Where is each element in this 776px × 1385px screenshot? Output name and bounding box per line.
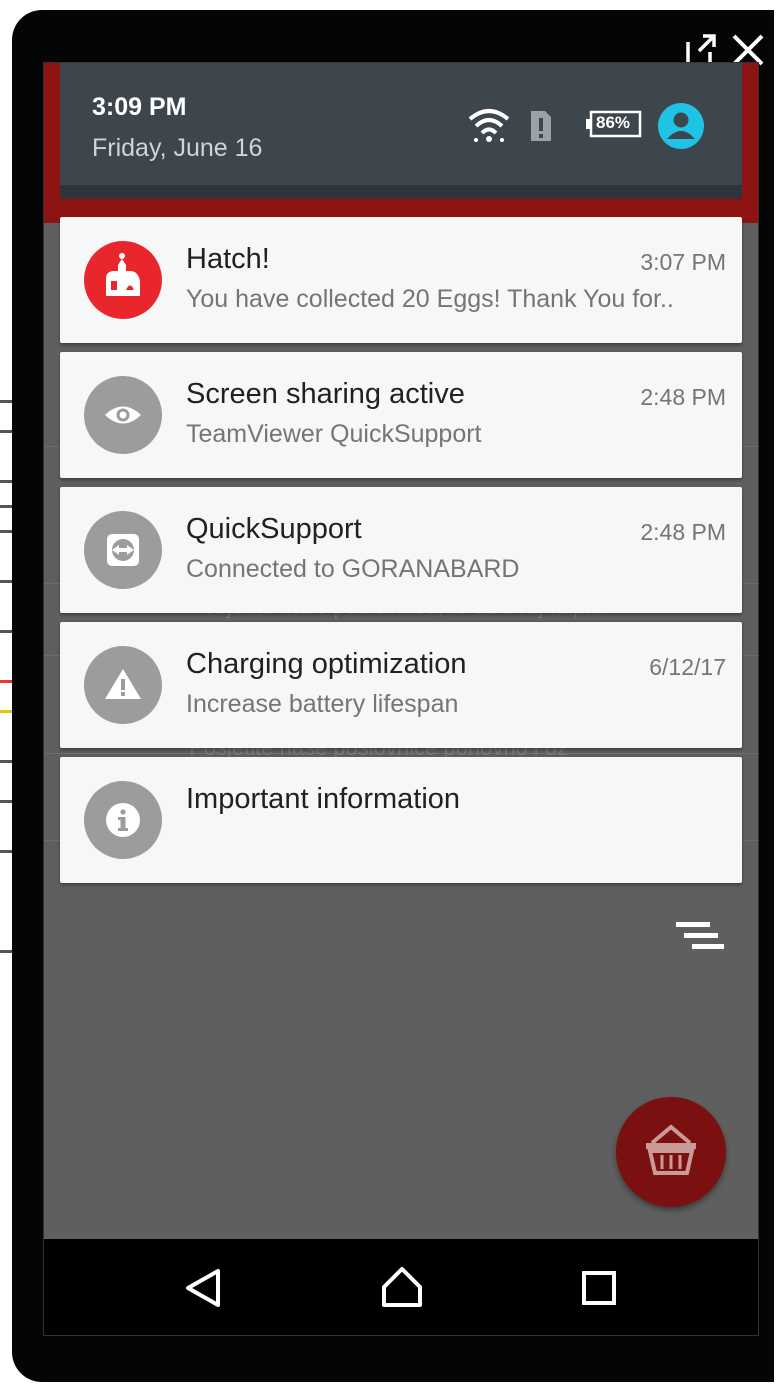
notification-title: Important information: [186, 783, 461, 815]
recents-icon[interactable]: [551, 1239, 647, 1335]
notification-hatch[interactable]: Hatch! You have collected 20 Eggs! Thank…: [60, 217, 742, 343]
account-icon[interactable]: [658, 103, 704, 149]
notification-text: Increase battery lifespan: [186, 690, 459, 718]
home-icon[interactable]: [354, 1239, 450, 1335]
notification-text: You have collected 20 Eggs! Thank You fo…: [186, 285, 674, 313]
teamviewer-icon: [84, 511, 162, 589]
eye-icon: [84, 376, 162, 454]
quick-settings-header[interactable]: 3:09 PM Friday, June 16 86%: [60, 63, 742, 185]
notification-time: 2:48 PM: [640, 519, 726, 545]
notification-time: 3:07 PM: [640, 249, 726, 275]
notification-text: Connected to GORANABARD: [186, 555, 520, 583]
sim-alert-icon: [531, 111, 551, 141]
notification-title: Hatch!: [186, 243, 270, 275]
notification-time: 6/12/17: [649, 654, 726, 680]
info-icon: [84, 781, 162, 859]
navigation-bar: [44, 1239, 758, 1335]
notification-important-information[interactable]: Important information: [60, 757, 742, 883]
warning-icon: [84, 646, 162, 724]
status-time: 3:09 PM: [92, 93, 187, 121]
battery-percent: 86%: [596, 113, 631, 132]
notification-title: Charging optimization: [186, 648, 467, 680]
notification-quicksupport[interactable]: QuickSupport Connected to GORANABARD 2:4…: [60, 487, 742, 613]
wifi-icon: [468, 109, 510, 142]
notification-time: 2:48 PM: [640, 384, 726, 410]
phone-screen: Posjetite naše poslovnice, te uz ovaj ku…: [43, 62, 759, 1336]
header-divider: [60, 185, 742, 199]
notification-text: TeamViewer QuickSupport: [186, 420, 482, 448]
notification-screen-sharing[interactable]: Screen sharing active TeamViewer QuickSu…: [60, 352, 742, 478]
notification-charging-optimization[interactable]: Charging optimization Increase battery l…: [60, 622, 742, 748]
back-icon[interactable]: [156, 1239, 252, 1335]
clear-all-icon[interactable]: [676, 920, 726, 960]
hatch-app-icon: [84, 241, 162, 319]
basket-icon: [646, 1124, 696, 1175]
status-date: Friday, June 16: [92, 134, 263, 162]
notification-title: QuickSupport: [186, 513, 362, 545]
basket-button[interactable]: [616, 1097, 726, 1207]
notification-title: Screen sharing active: [186, 378, 465, 410]
